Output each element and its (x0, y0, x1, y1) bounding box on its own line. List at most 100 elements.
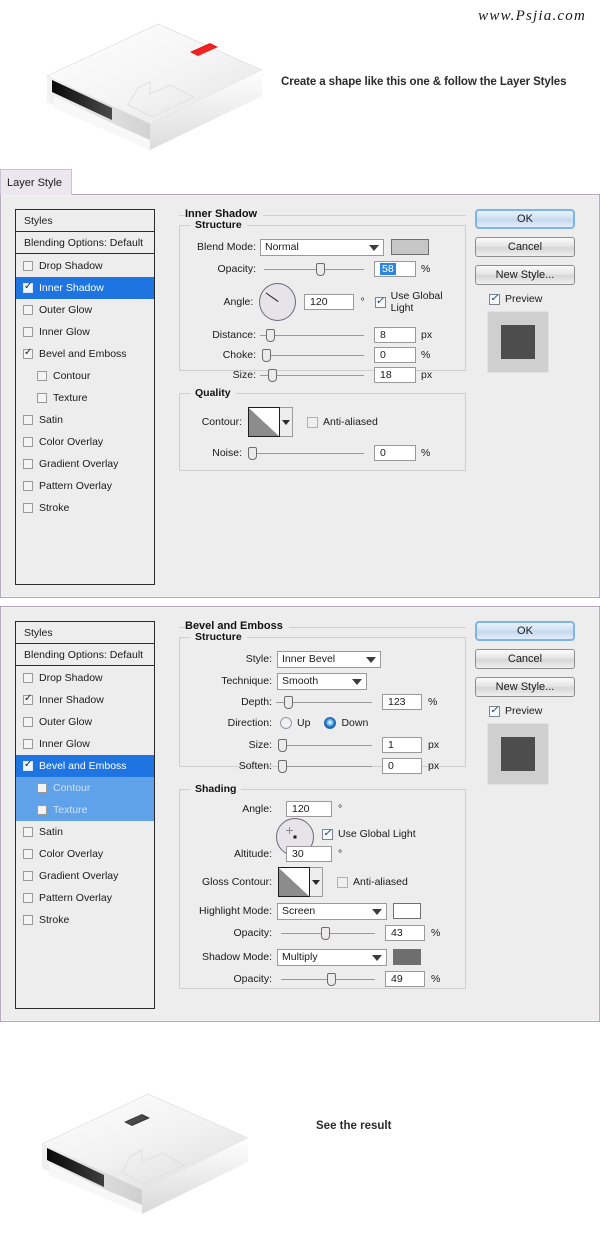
checkbox2-inner-shadow[interactable] (23, 695, 33, 705)
checkbox-texture[interactable] (37, 393, 47, 403)
sidebar-item-drop-shadow[interactable]: Drop Shadow (16, 255, 154, 277)
checkbox-drop-shadow[interactable] (23, 261, 33, 271)
choke-slider[interactable] (264, 348, 364, 362)
distance-slider-thumb[interactable] (266, 329, 275, 342)
sidebar-item-inner-shadow[interactable]: Inner Shadow (16, 277, 154, 299)
layer-style-tab[interactable]: Layer Style (0, 169, 72, 195)
highlight-opacity-input[interactable]: 43 (385, 925, 425, 941)
bevel-size-input[interactable]: 1 (382, 737, 422, 753)
sidebar-item-pattern-overlay[interactable]: Pattern Overlay (16, 475, 154, 497)
inner-shadow-color-swatch[interactable] (391, 239, 429, 255)
checkbox-inner-shadow[interactable] (23, 283, 33, 293)
bevel-size-slider-thumb[interactable] (278, 739, 287, 752)
sidebar-item-satin[interactable]: Satin (16, 409, 154, 431)
depth-input[interactable]: 123 (382, 694, 422, 710)
gloss-contour-preview[interactable] (278, 867, 310, 897)
sidebar2-item-inner-glow[interactable]: Inner Glow (16, 733, 154, 755)
size-slider[interactable] (264, 368, 364, 382)
sidebar-item-texture[interactable]: Texture (16, 387, 154, 409)
checkbox2-inner-glow[interactable] (23, 739, 33, 749)
depth-slider-thumb[interactable] (284, 696, 293, 709)
new-style-button[interactable]: New Style... (475, 265, 575, 285)
noise-slider-thumb[interactable] (248, 447, 257, 460)
preview-checkbox-2[interactable]: Preview (489, 705, 587, 717)
opacity-input[interactable]: 58 (374, 261, 416, 277)
bevel-style-select[interactable]: Inner Bevel (277, 651, 381, 668)
angle-input[interactable]: 120 (304, 294, 354, 310)
blend-mode-select[interactable]: Normal (260, 239, 384, 256)
checkbox2-color-overlay[interactable] (23, 849, 33, 859)
sidebar-item-color-overlay[interactable]: Color Overlay (16, 431, 154, 453)
sidebar2-item-outer-glow[interactable]: Outer Glow (16, 711, 154, 733)
direction-up-radio[interactable]: Up (280, 717, 310, 729)
soften-input[interactable]: 0 (382, 758, 422, 774)
shadow-opacity-slider-thumb[interactable] (327, 973, 336, 986)
checkbox-outer-glow[interactable] (23, 305, 33, 315)
depth-slider[interactable] (280, 695, 372, 709)
new-style-button-2[interactable]: New Style... (475, 677, 575, 697)
sidebar2-item-pattern-overlay[interactable]: Pattern Overlay (16, 887, 154, 909)
gloss-contour-dropdown-button[interactable] (310, 867, 323, 897)
cancel-button[interactable]: Cancel (475, 237, 575, 257)
checkbox2-drop-shadow[interactable] (23, 673, 33, 683)
checkbox2-outer-glow[interactable] (23, 717, 33, 727)
ok-button-2[interactable]: OK (475, 621, 575, 641)
choke-slider-thumb[interactable] (262, 349, 271, 362)
checkbox2-stroke[interactable] (23, 915, 33, 925)
sidebar2-item-texture[interactable]: Texture (16, 799, 154, 821)
shading-use-global-light-checkbox[interactable]: Use Global Light (322, 828, 416, 840)
sidebar2-item-stroke[interactable]: Stroke (16, 909, 154, 931)
shadow-mode-select[interactable]: Multiply (277, 949, 387, 966)
distance-slider[interactable] (264, 328, 364, 342)
soften-slider-thumb[interactable] (278, 760, 287, 773)
checkbox-color-overlay[interactable] (23, 437, 33, 447)
anti-aliased-checkbox[interactable]: Anti-aliased (307, 416, 378, 428)
checkbox2-texture[interactable] (37, 805, 47, 815)
sidebar2-item-drop-shadow[interactable]: Drop Shadow (16, 667, 154, 689)
sidebar2-item-bevel-and-emboss[interactable]: Bevel and Emboss (16, 755, 154, 777)
size-input[interactable]: 18 (374, 367, 416, 383)
checkbox-satin[interactable] (23, 415, 33, 425)
checkbox2-bevel-and-emboss[interactable] (23, 761, 33, 771)
sidebar-item-gradient-overlay[interactable]: Gradient Overlay (16, 453, 154, 475)
blending-options-row-2[interactable]: Blending Options: Default (16, 644, 154, 666)
checkbox-inner-glow[interactable] (23, 327, 33, 337)
checkbox-contour[interactable] (37, 371, 47, 381)
contour-dropdown-button[interactable] (280, 407, 293, 437)
sidebar2-item-color-overlay[interactable]: Color Overlay (16, 843, 154, 865)
cancel-button-2[interactable]: Cancel (475, 649, 575, 669)
highlight-opacity-slider-thumb[interactable] (321, 927, 330, 940)
angle-dial[interactable] (259, 283, 296, 321)
noise-slider[interactable] (250, 446, 364, 460)
checkbox2-gradient-overlay[interactable] (23, 871, 33, 881)
ok-button[interactable]: OK (475, 209, 575, 229)
sidebar2-item-contour[interactable]: Contour (16, 777, 154, 799)
blending-options-row[interactable]: Blending Options: Default (16, 232, 154, 254)
sidebar2-item-inner-shadow[interactable]: Inner Shadow (16, 689, 154, 711)
sidebar-item-outer-glow[interactable]: Outer Glow (16, 299, 154, 321)
choke-input[interactable]: 0 (374, 347, 416, 363)
technique-select[interactable]: Smooth (277, 673, 367, 690)
bevel-size-slider[interactable] (280, 738, 372, 752)
soften-slider[interactable] (280, 759, 372, 773)
opacity-slider-thumb[interactable] (316, 263, 325, 276)
checkbox2-contour[interactable] (37, 783, 47, 793)
checkbox-gradient-overlay[interactable] (23, 459, 33, 469)
highlight-opacity-slider[interactable] (281, 926, 375, 940)
preview-checkbox[interactable]: Preview (489, 293, 587, 305)
checkbox2-pattern-overlay[interactable] (23, 893, 33, 903)
checkbox-pattern-overlay[interactable] (23, 481, 33, 491)
noise-input[interactable]: 0 (374, 445, 416, 461)
opacity-slider[interactable] (264, 262, 364, 276)
size-slider-thumb[interactable] (268, 369, 277, 382)
shadow-color-swatch[interactable] (393, 949, 421, 965)
contour-preview[interactable] (248, 407, 280, 437)
use-global-light-checkbox[interactable]: Use Global Light (375, 290, 465, 314)
direction-down-radio[interactable]: Down (324, 717, 368, 729)
shadow-opacity-slider[interactable] (281, 972, 375, 986)
distance-input[interactable]: 8 (374, 327, 416, 343)
highlight-color-swatch[interactable] (393, 903, 421, 919)
sidebar-item-inner-glow[interactable]: Inner Glow (16, 321, 154, 343)
sidebar-item-contour[interactable]: Contour (16, 365, 154, 387)
gloss-anti-aliased-checkbox[interactable]: Anti-aliased (337, 876, 408, 888)
